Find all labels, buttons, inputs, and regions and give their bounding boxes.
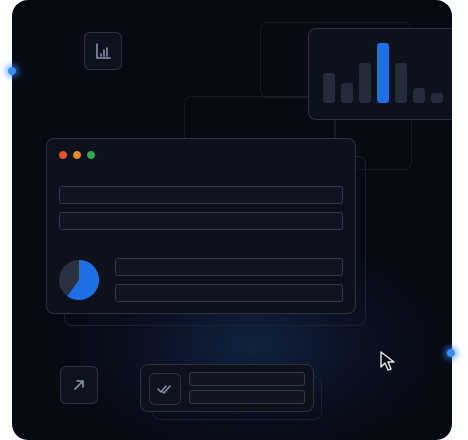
chart-bar bbox=[341, 83, 353, 103]
check-icon-box[interactable] bbox=[149, 373, 181, 405]
content-row bbox=[115, 258, 343, 276]
window-close-button[interactable] bbox=[59, 151, 67, 159]
chart-bar bbox=[359, 63, 371, 103]
content-row bbox=[59, 212, 343, 230]
pie-chart bbox=[59, 260, 99, 300]
glow-dot bbox=[8, 67, 16, 75]
window-maximize-button[interactable] bbox=[87, 151, 95, 159]
background-canvas bbox=[12, 0, 452, 440]
arrow-up-right-icon bbox=[74, 380, 84, 390]
bar-chart-icon bbox=[96, 43, 111, 59]
double-check-icon bbox=[157, 385, 171, 394]
chart-bar bbox=[395, 63, 407, 103]
bar-chart bbox=[323, 43, 445, 103]
app-window bbox=[46, 138, 356, 314]
checklist-row bbox=[189, 390, 305, 404]
glow-dot bbox=[447, 349, 455, 357]
chart-bar bbox=[323, 73, 335, 103]
content-row bbox=[115, 284, 343, 302]
checklist-card bbox=[140, 364, 314, 412]
bar-chart-card bbox=[308, 28, 452, 120]
window-minimize-button[interactable] bbox=[73, 151, 81, 159]
arrow-icon-button[interactable] bbox=[60, 366, 98, 404]
chart-bar bbox=[413, 88, 425, 103]
checklist-row bbox=[189, 372, 305, 386]
mouse-pointer-icon bbox=[380, 351, 395, 371]
chart-bar bbox=[377, 43, 389, 103]
chart-icon-button[interactable] bbox=[84, 32, 122, 70]
content-row bbox=[59, 186, 343, 204]
chart-bar bbox=[431, 93, 443, 103]
